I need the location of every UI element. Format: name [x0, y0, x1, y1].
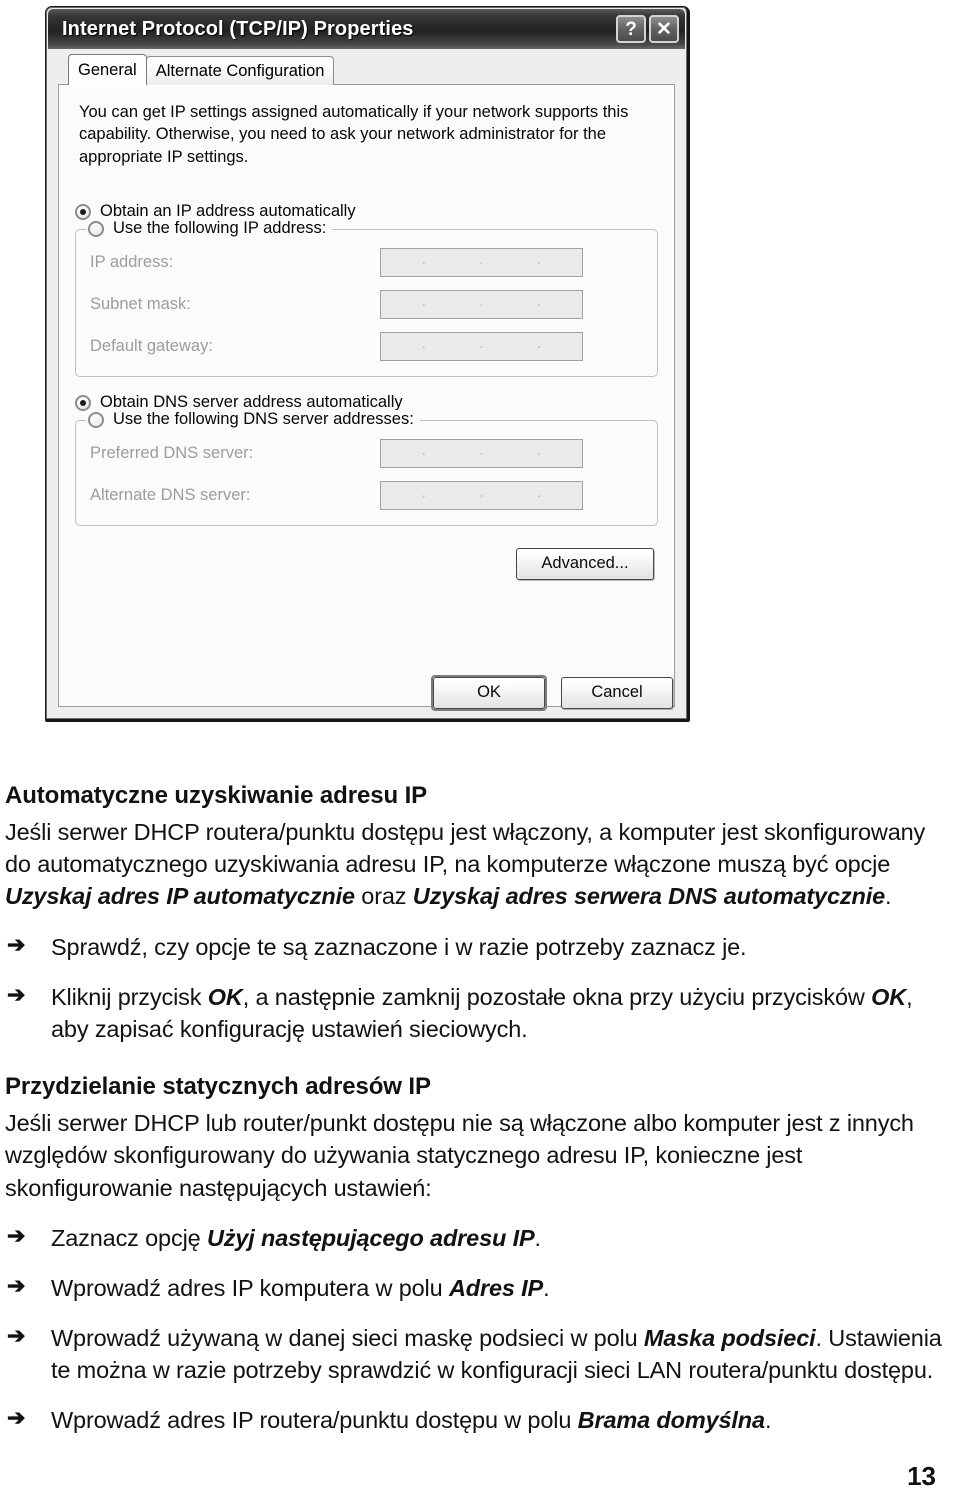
default-gateway-input[interactable]: . . .: [380, 331, 583, 361]
tab-general[interactable]: General: [68, 54, 147, 85]
dot-separator: .: [537, 251, 542, 269]
tab-page-general: You can get IP settings assigned automat…: [58, 84, 675, 707]
close-icon[interactable]: ✕: [649, 15, 679, 43]
arrow-bullet-icon: ➔: [7, 931, 26, 957]
tcpip-properties-dialog: Internet Protocol (TCP/IP) Properties ? …: [45, 6, 690, 722]
dialog-title: Internet Protocol (TCP/IP) Properties: [62, 17, 414, 40]
ip-address-input[interactable]: . . .: [380, 247, 583, 277]
arrow-bullet-icon: ➔: [7, 1272, 26, 1298]
advanced-button-row: Advanced...: [75, 548, 658, 581]
subnet-mask-input[interactable]: . . .: [380, 289, 583, 319]
steps-list-static-ip: ➔ Zaznacz opcję Użyj następującego adresu…: [5, 1222, 955, 1437]
step-item: ➔ Zaznacz opcję Użyj następującego adresu…: [7, 1222, 541, 1251]
field-row-alternate-dns: Alternate DNS server: . . .: [90, 479, 643, 511]
radio-use-following-ip[interactable]: Use the following IP address:: [86, 219, 333, 239]
cancel-button[interactable]: Cancel: [561, 677, 673, 709]
dot-separator: .: [479, 335, 484, 353]
field-row-subnet-mask: Subnet mask: . . .: [90, 288, 643, 320]
help-icon[interactable]: ?: [616, 15, 646, 43]
dot-separator: .: [537, 293, 542, 311]
dot-separator: .: [537, 442, 542, 460]
field-row-preferred-dns: Preferred DNS server: . . .: [90, 437, 643, 469]
field-label: Subnet mask:: [90, 294, 191, 313]
tab-alternate-configuration[interactable]: Alternate Configuration: [145, 56, 335, 85]
radio-button-icon[interactable]: [75, 394, 91, 411]
radio-button-icon[interactable]: [75, 203, 91, 220]
arrow-bullet-icon: ➔: [7, 1222, 26, 1248]
dns-server-groupbox: Use the following DNS server addresses: …: [75, 410, 658, 527]
radio-button-icon[interactable]: [88, 411, 104, 428]
dialog-titlebar: Internet Protocol (TCP/IP) Properties ? …: [48, 9, 685, 49]
preferred-dns-input[interactable]: . . .: [380, 438, 583, 468]
field-row-default-gateway: Default gateway: . . .: [90, 330, 643, 362]
dot-separator: .: [421, 335, 426, 353]
section-title-static-ip: Przydzielanie statycznych adresów IP: [5, 1073, 431, 1101]
dot-separator: .: [479, 484, 484, 502]
dot-separator: .: [421, 251, 426, 269]
section-paragraph-static-ip: Jeśli serwer DHCP lub router/punkt dostę…: [5, 1110, 914, 1201]
ip-address-groupbox: Use the following IP address: IP address…: [75, 219, 658, 378]
dot-separator: .: [421, 293, 426, 311]
arrow-bullet-icon: ➔: [7, 981, 26, 1007]
tcpip-properties-dialog-figure: Internet Protocol (TCP/IP) Properties ? …: [45, 6, 690, 722]
arrow-bullet-icon: ➔: [7, 1405, 26, 1431]
step-item: ➔ Wprowadź używaną w danej sieci maskę po…: [7, 1323, 942, 1384]
dot-separator: .: [479, 293, 484, 311]
dot-separator: .: [537, 335, 542, 353]
arrow-bullet-icon: ➔: [7, 1323, 26, 1349]
field-label: Preferred DNS server:: [90, 443, 254, 462]
page-number: 13: [907, 1461, 936, 1491]
step-item: ➔ Kliknij przycisk OK, a następnie zamkni…: [7, 981, 913, 1042]
radio-label: Use the following IP address:: [113, 219, 327, 238]
dot-separator: .: [479, 251, 484, 269]
steps-list-auto-ip: ➔ Sprawdź, czy opcje te są zaznaczone i w…: [5, 931, 955, 1046]
dot-separator: .: [479, 442, 484, 460]
radio-label: Use the following DNS server addresses:: [113, 410, 414, 429]
field-label: Default gateway:: [90, 336, 213, 355]
radio-use-following-dns[interactable]: Use the following DNS server addresses:: [86, 410, 420, 430]
tab-strip: General Alternate Configuration: [58, 54, 675, 85]
ok-button[interactable]: OK: [431, 675, 547, 711]
dialog-client-area: General Alternate Configuration You can …: [58, 54, 675, 707]
section-paragraph-auto-ip: Jeśli serwer DHCP routera/punktu dostępu…: [5, 819, 926, 910]
intro-description: You can get IP settings assigned automat…: [79, 103, 629, 166]
section-title-auto-ip: Automatyczne uzyskiwanie adresu IP: [5, 782, 428, 809]
field-label: IP address:: [90, 252, 174, 271]
dialog-footer-buttons: OK Cancel: [431, 675, 673, 711]
field-label: Alternate DNS server:: [90, 485, 251, 504]
step-item: ➔ Sprawdź, czy opcje te są zaznaczone i w…: [7, 931, 747, 960]
radio-button-icon[interactable]: [88, 220, 104, 237]
page-body-text: Automatyczne uzyskiwanie adresu IP Jeśli…: [5, 782, 955, 1437]
step-item: ➔ Wprowadź adres IP routera/punktu dostęp…: [7, 1405, 772, 1434]
step-item: ➔ Wprowadź adres IP komputera w polu Adre…: [7, 1272, 550, 1301]
alternate-dns-input[interactable]: . . .: [380, 480, 583, 510]
dot-separator: .: [421, 484, 426, 502]
field-row-ip-address: IP address: . . .: [90, 246, 643, 278]
advanced-button[interactable]: Advanced...: [516, 548, 654, 581]
dot-separator: .: [421, 442, 426, 460]
dot-separator: .: [537, 484, 542, 502]
